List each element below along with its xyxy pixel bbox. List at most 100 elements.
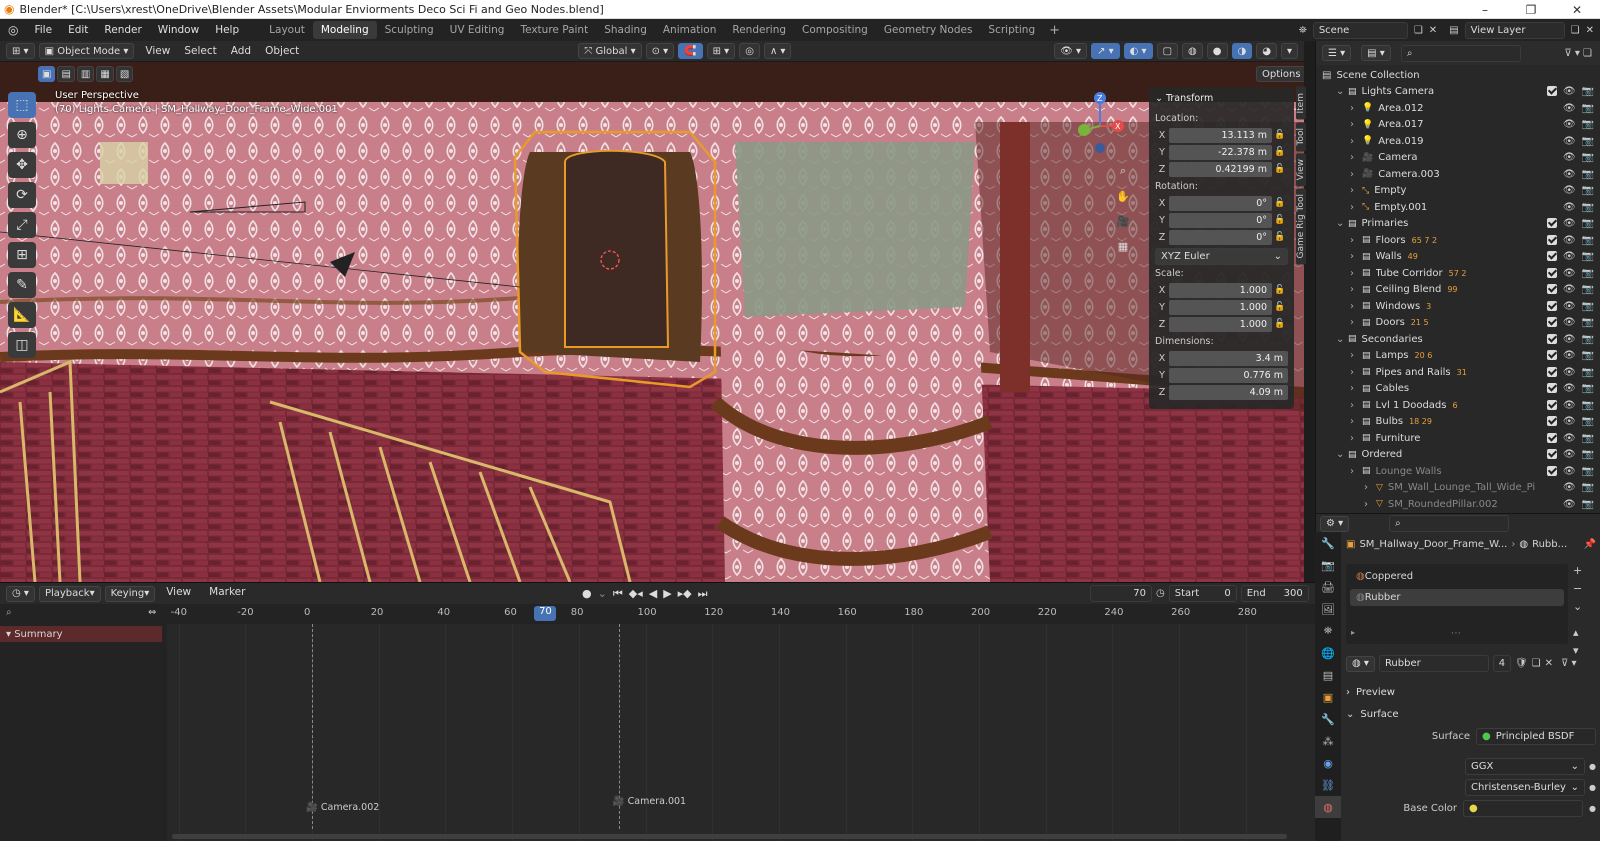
outliner-editor-type[interactable]: ☰ ▾ xyxy=(1322,45,1352,61)
shading-options[interactable]: ▾ xyxy=(1280,43,1298,59)
disclosure-icon[interactable]: › xyxy=(1350,268,1362,279)
constraints-tab-icon[interactable]: ⛓ xyxy=(1315,774,1341,796)
maximize-button[interactable]: ❐ xyxy=(1508,0,1554,19)
exclude-checkbox[interactable] xyxy=(1546,333,1557,344)
object-tab-icon[interactable]: ▣ xyxy=(1315,686,1341,708)
lock-icon[interactable]: 🔓 xyxy=(1272,130,1288,140)
render-camera-icon[interactable]: 📷 xyxy=(1582,317,1594,328)
sidebar-tab-game-rig-tool[interactable]: Game Rig Tool xyxy=(1296,188,1306,265)
eye-icon[interactable]: 👁 xyxy=(1563,350,1576,361)
tab-texture-paint[interactable]: Texture Paint xyxy=(512,21,596,39)
preview-range-icon[interactable]: ◷ xyxy=(1156,588,1165,599)
modifier-tab-icon[interactable]: 🔧 xyxy=(1315,708,1341,730)
play-icon[interactable]: ▶ xyxy=(663,587,671,600)
exclude-checkbox[interactable] xyxy=(1546,300,1557,311)
eye-icon[interactable]: 👁 xyxy=(1563,416,1576,427)
view-layer-tab-icon[interactable]: 🖼 xyxy=(1315,598,1341,620)
cursor-tool-icon[interactable]: ⊕ xyxy=(8,122,36,148)
select-subtract-icon[interactable]: ▥ xyxy=(76,66,95,82)
render-camera-icon[interactable]: 📷 xyxy=(1582,202,1594,213)
render-camera-icon[interactable]: 📷 xyxy=(1582,482,1594,493)
render-camera-icon[interactable]: 📷 xyxy=(1582,136,1594,147)
outliner-row[interactable]: › ⤡ Empty.001 👁 📷 xyxy=(1316,199,1600,216)
object-menu[interactable]: Object xyxy=(258,45,306,57)
scale-z-field[interactable]: 1.000 xyxy=(1169,316,1272,332)
outliner-row[interactable]: › ▤ Doors 21 5 👁 📷 xyxy=(1316,315,1600,332)
exclude-checkbox[interactable] xyxy=(1546,86,1557,97)
rendered-shading[interactable]: ◕ xyxy=(1256,43,1277,59)
base-color-field[interactable]: ● xyxy=(1463,800,1584,817)
eye-icon[interactable]: 👁 xyxy=(1563,136,1576,147)
disclosure-icon[interactable]: › xyxy=(1350,301,1362,312)
editor-type-button[interactable]: ⊞ ▾ xyxy=(6,43,35,59)
outliner-row[interactable]: › ▤ Bulbs 18 29 👁 📷 xyxy=(1316,414,1600,431)
timeline-marker[interactable]: 🎥 Camera.002 xyxy=(306,802,379,813)
outliner-row[interactable]: ⌄ ▤ Ordered 👁 📷 xyxy=(1316,447,1600,464)
tab-scripting[interactable]: Scripting xyxy=(980,21,1043,39)
render-tab-icon[interactable]: 📷 xyxy=(1315,554,1341,576)
exclude-checkbox[interactable] xyxy=(1546,399,1557,410)
render-camera-icon[interactable]: 📷 xyxy=(1582,268,1594,279)
proportional-edit-toggle[interactable]: ◎ xyxy=(739,43,760,59)
summary-channel[interactable]: ▾ Summary xyxy=(0,626,162,642)
disclosure-icon[interactable]: › xyxy=(1350,103,1362,114)
render-camera-icon[interactable]: 📷 xyxy=(1582,301,1594,312)
outliner-row[interactable]: › ▤ Pipes and Rails 31 👁 📷 xyxy=(1316,364,1600,381)
material-tab-icon[interactable]: ◍ xyxy=(1315,796,1341,818)
render-camera-icon[interactable]: 📷 xyxy=(1582,218,1594,229)
render-camera-icon[interactable]: 📷 xyxy=(1582,416,1594,427)
new-scene-icon[interactable]: ❏ xyxy=(1414,25,1423,36)
remove-slot-icon[interactable]: − xyxy=(1573,582,1582,595)
disclosure-icon[interactable]: › xyxy=(1350,202,1362,213)
scene-selector[interactable]: Scene xyxy=(1312,21,1408,39)
outliner-row[interactable]: › 🎥 Camera 👁 📷 xyxy=(1316,150,1600,167)
subsurface-method-dropdown[interactable]: Christensen-Burley ⌄ xyxy=(1465,779,1586,796)
exclude-checkbox[interactable] xyxy=(1546,449,1557,460)
eye-icon[interactable]: 👁 xyxy=(1563,466,1576,477)
outliner-row[interactable]: › 🎥 Camera.003 👁 📷 xyxy=(1316,166,1600,183)
sidebar-tab-view[interactable]: View xyxy=(1296,152,1306,187)
eye-icon[interactable]: 👁 xyxy=(1563,202,1576,213)
eye-icon[interactable]: 👁 xyxy=(1563,449,1576,460)
material-name-field[interactable]: Rubber xyxy=(1378,655,1489,672)
navigation-gizmo[interactable]: Z X xyxy=(1070,90,1130,160)
transform-tool-icon[interactable]: ⊞ xyxy=(8,242,36,268)
render-camera-icon[interactable]: 📷 xyxy=(1582,499,1594,510)
material-users-count[interactable]: 4 xyxy=(1492,655,1511,672)
disclosure-icon[interactable]: › xyxy=(1350,235,1362,246)
outliner-row[interactable]: › ▤ Cables 👁 📷 xyxy=(1316,381,1600,398)
eye-icon[interactable]: 👁 xyxy=(1563,218,1576,229)
eye-icon[interactable]: 👁 xyxy=(1563,482,1576,493)
outliner-row[interactable]: › ▽ SM_Wall_Lounge_Tall_Wide_Pi 👁 📷 xyxy=(1316,480,1600,497)
filter-icon[interactable]: ⊽ ▾ ❏ xyxy=(1564,48,1592,59)
outliner-row[interactable]: ⌄ ▤ Primaries 👁 📷 xyxy=(1316,216,1600,233)
end-frame-field[interactable]: End 300 xyxy=(1240,585,1309,602)
timeline-menu-view[interactable]: View xyxy=(159,586,198,602)
eye-icon[interactable]: 👁 xyxy=(1563,367,1576,378)
disclosure-icon[interactable]: › xyxy=(1350,284,1362,295)
outliner-row[interactable]: › ▤ Lounge Walls 👁 📷 xyxy=(1316,463,1600,480)
eye-icon[interactable]: 👁 xyxy=(1563,317,1576,328)
tab-uv-editing[interactable]: UV Editing xyxy=(442,21,513,39)
material-slot[interactable]: ◍ Coppered xyxy=(1350,568,1564,585)
outliner-row[interactable]: › ▽ SM_RoundedPillar.002 👁 📷 xyxy=(1316,496,1600,513)
rotate-tool-icon[interactable]: ⟳ xyxy=(8,182,36,208)
material-slot[interactable]: ◍ Rubber xyxy=(1350,589,1564,606)
disclosure-icon[interactable]: › xyxy=(1364,482,1376,493)
rotation-z-field[interactable]: 0° xyxy=(1169,229,1272,245)
properties-editor-type[interactable]: ⚙ ▾ xyxy=(1320,515,1350,532)
close-button[interactable]: ✕ xyxy=(1554,0,1600,19)
outliner-row[interactable]: › ▤ Lvl 1 Doodads 6 👁 📷 xyxy=(1316,397,1600,414)
select-new-icon[interactable]: ▣ xyxy=(38,66,56,82)
disclosure-icon[interactable]: › xyxy=(1350,367,1362,378)
timeline-menu-playback[interactable]: Playback ▾ xyxy=(38,585,101,602)
add-menu[interactable]: Add xyxy=(224,45,258,57)
outliner-search-input[interactable]: ⌕ xyxy=(1400,44,1521,62)
camera-view-icon[interactable]: 🎥 xyxy=(1114,212,1132,230)
eye-icon[interactable]: 👁 xyxy=(1563,185,1576,196)
delete-scene-icon[interactable]: ✕ xyxy=(1429,25,1437,36)
select-box-tool-icon[interactable]: ⬚ xyxy=(8,92,36,118)
dimensions-x-field[interactable]: 3.4 m xyxy=(1169,350,1288,366)
disclosure-icon[interactable]: ⌄ xyxy=(1336,86,1348,97)
render-camera-icon[interactable]: 📷 xyxy=(1582,251,1594,262)
